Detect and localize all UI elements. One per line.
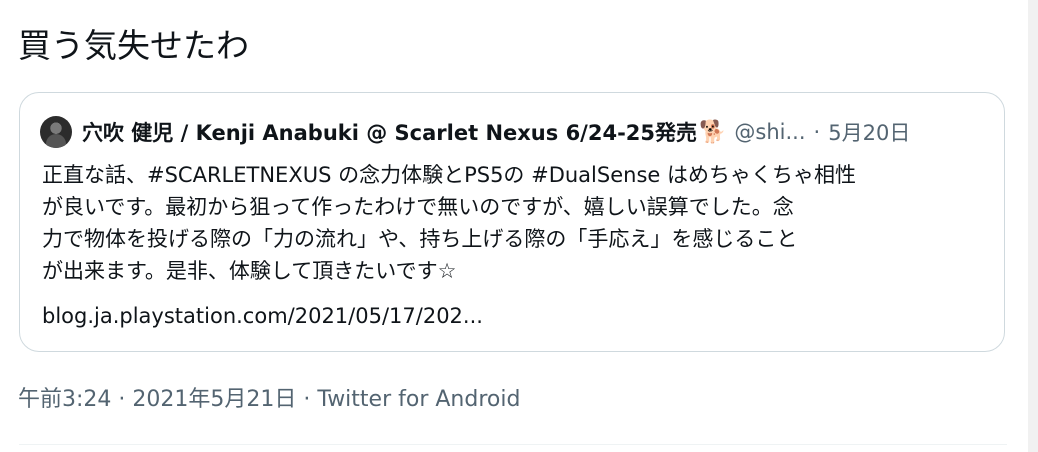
quoted-author-name[interactable]: 穴吹 健児 / Kenji Anabuki @ Scarlet Nexus 6/…: [82, 117, 697, 147]
meta-separator: ·: [118, 387, 126, 412]
quoted-tweet-link[interactable]: blog.ja.playstation.com/2021/05/17/202..…: [42, 300, 483, 332]
tweet-source[interactable]: Twitter for Android: [317, 387, 520, 412]
tweet-metadata: 午前3:24 · 2021年5月21日 · Twitter for Androi…: [18, 384, 520, 416]
quoted-text-line: が出来ます。是非、体験して頂きたいです☆: [42, 259, 457, 283]
dog-emoji-icon: 🐕: [699, 119, 727, 145]
meta-separator: ·: [303, 387, 311, 412]
divider: [19, 444, 1007, 445]
quoted-text-line: が良いです。最初から狙って作ったわけで無いのですが、嬉しい誤算でした。念: [42, 195, 794, 219]
quoted-text-line: 正直な話、#SCARLETNEXUS の念力体験とPS5の #DualSense…: [42, 163, 856, 187]
quoted-text-line: 力で物体を投げる際の「力の流れ」や、持ち上げる際の「手応え」を感じること: [42, 227, 798, 251]
tweet-time[interactable]: 午前3:24: [18, 387, 111, 412]
avatar[interactable]: [40, 116, 72, 148]
header-separator: ·: [813, 120, 821, 144]
tweet-text: 買う気失せたわ: [18, 26, 249, 65]
quoted-author-handle[interactable]: @shi...: [734, 120, 805, 144]
quoted-tweet-text: 正直な話、#SCARLETNEXUS の念力体験とPS5の #DualSense…: [42, 159, 992, 287]
scrollbar[interactable]: [1028, 0, 1038, 452]
quoted-tweet-date[interactable]: 5月20日: [828, 117, 910, 147]
quoted-tweet-header: 穴吹 健児 / Kenji Anabuki @ Scarlet Nexus 6/…: [40, 115, 910, 149]
quoted-tweet-card[interactable]: 穴吹 健児 / Kenji Anabuki @ Scarlet Nexus 6/…: [19, 92, 1005, 352]
tweet-date[interactable]: 2021年5月21日: [132, 387, 296, 412]
